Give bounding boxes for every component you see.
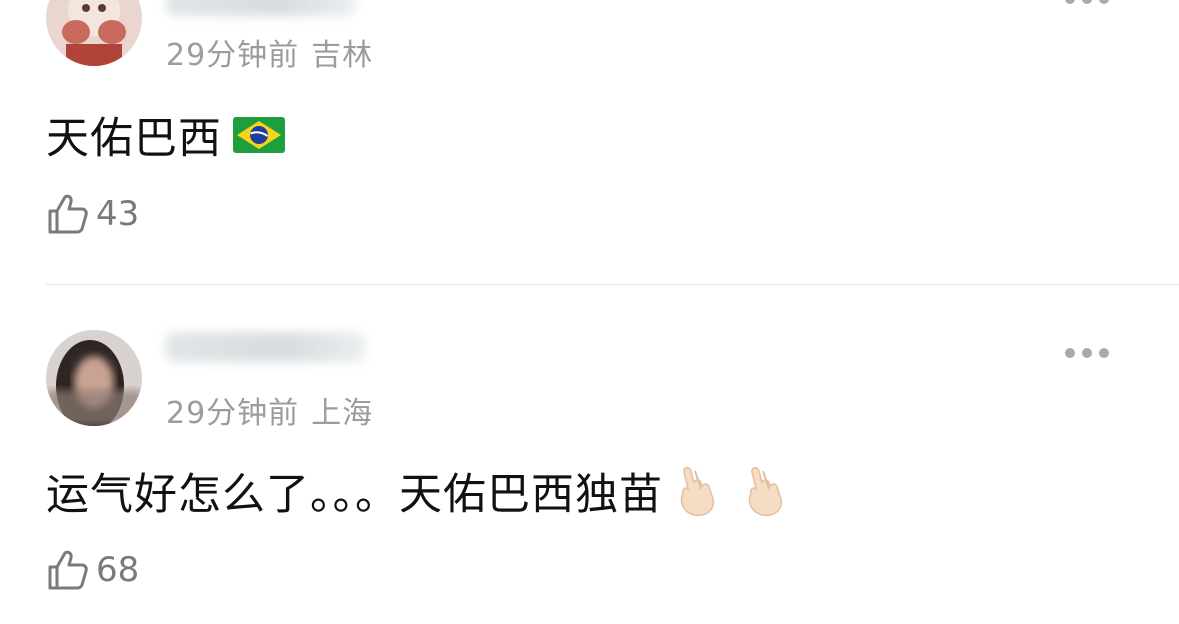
more-dot xyxy=(1065,0,1075,4)
more-dot xyxy=(1099,0,1109,4)
thumbs-up-icon xyxy=(48,550,88,590)
comment-item: 29分钟前 吉林 天佑巴西 43 xyxy=(0,0,1179,284)
avatar[interactable] xyxy=(46,330,142,426)
crossed-fingers-icon xyxy=(673,463,721,519)
comment-text-content: 运气好怎么了。。。天佑巴西独苗 xyxy=(46,470,663,520)
like-count: 43 xyxy=(96,194,140,234)
flag-brazil-icon xyxy=(232,116,286,154)
more-options-button[interactable] xyxy=(1065,0,1109,4)
comment-time: 29分钟前 xyxy=(166,396,300,431)
more-dot xyxy=(1082,348,1092,358)
crossed-fingers-icon xyxy=(741,463,789,519)
like-count: 68 xyxy=(96,550,140,590)
username-blurred[interactable] xyxy=(166,0,356,16)
comment-meta: 29分钟前 吉林 xyxy=(166,30,385,74)
like-button[interactable]: 68 xyxy=(46,548,139,592)
more-dot xyxy=(1065,348,1075,358)
comment-time: 29分钟前 xyxy=(166,38,300,73)
more-dot xyxy=(1099,348,1109,358)
username-blurred[interactable] xyxy=(166,332,366,362)
avatar-image xyxy=(46,0,142,66)
more-dot xyxy=(1082,0,1092,4)
comment-meta: 29分钟前 上海 xyxy=(166,388,385,432)
more-options-button[interactable] xyxy=(1065,348,1109,358)
comment-location: 上海 xyxy=(311,396,374,431)
thumbs-up-icon xyxy=(48,194,88,234)
comment-text-content: 天佑巴西 xyxy=(46,114,222,164)
comment-item: 29分钟前 上海 运气好怎么了。。。天佑巴西独苗 68 xyxy=(0,284,1179,624)
like-button[interactable]: 43 xyxy=(46,192,139,236)
comment-text: 天佑巴西 xyxy=(46,104,286,166)
comment-location: 吉林 xyxy=(311,38,374,73)
comment-text: 运气好怎么了。。。天佑巴西独苗 xyxy=(46,460,789,522)
avatar[interactable] xyxy=(46,0,142,66)
avatar-image xyxy=(46,330,142,426)
